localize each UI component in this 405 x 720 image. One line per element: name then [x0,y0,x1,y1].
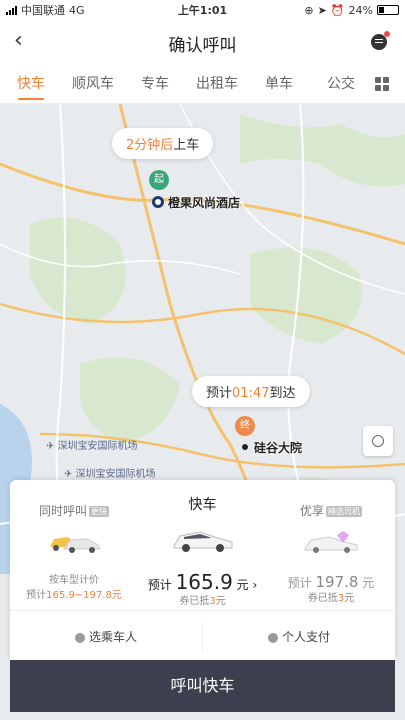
pickup-eta-bubble: 2分钟后上车 [112,128,214,159]
option-title-text: 同时呼叫 [38,504,87,518]
payment-method-label: 个人支付 [281,630,330,644]
option-title-text: 优享 [299,504,324,518]
pickup-place: 橙果风尚酒店 [168,196,241,210]
price-value: 197.8 [315,573,359,591]
arrival-prefix: 预计 [206,386,233,401]
option-coupon: 券已抵3元 [267,591,395,606]
tab-carpool[interactable]: 顺风车 [62,64,124,104]
price-prefix: 预计 [147,578,172,592]
price-unit: 元 [362,576,375,590]
price-value: 165.9 [175,570,233,594]
select-passenger-label: 选乘车人 [88,630,137,644]
arrival-eta-bubble: 预计01:47到达 [192,376,310,407]
pickup-location-icon [152,196,164,208]
status-left: 中国联通 4G [6,2,304,18]
option-title: 快车 [188,497,217,513]
location-icon: ➤ [317,3,327,17]
cars-icon [50,537,101,553]
option-badge: 精选司机 [326,506,362,517]
option-pricing-note: 按车型计价 [49,575,99,586]
option-price: 预计 197.8 元 [267,573,395,591]
carrier: 中国联通 [21,4,65,17]
pickup-pin-icon: 起 [149,170,169,190]
alarm-icon: ⏰ [330,3,345,17]
tab-bike[interactable]: 单车 [248,64,310,104]
option-premium[interactable]: 优享 精选司机 预计 197.8 元 券已抵3元 [267,480,395,608]
more-services-icon[interactable] [375,77,389,91]
coupon-prefix: 券已抵 [179,596,210,607]
ride-settings: 选乘车人 个人支付 [10,622,395,652]
arrival-suffix: 到达 [269,386,296,401]
option-simultaneous[interactable]: 同时呼叫 更快 按车型计价 预计165.9~197.8元 [10,480,138,608]
status-bar: 中国联通 4G 上午1:01 ⊕ ➤ ⏰ 24% [0,0,405,20]
service-tabs: 快车 顺风车 专车 出租车 单车 公交 [0,64,405,104]
payment-person-icon [267,632,278,643]
pickup-eta-highlight: 2分钟后 [126,138,174,153]
select-passenger-button[interactable]: 选乘车人 [10,622,202,652]
airport-2-text: 深圳宝安国际机场 [75,469,156,480]
destination-pin-icon: 终 [235,416,255,436]
option-price-range: 预计165.9~197.8元 [10,588,138,603]
option-title: 同时呼叫 更快 [10,502,138,519]
pickup-eta-text: 上车 [173,138,200,153]
message-icon[interactable] [371,31,390,50]
option-badge: 更快 [89,506,109,517]
header: ‹ 确认呼叫 [0,20,405,64]
price-unit: 元 › [236,578,258,592]
airport-1-text: 深圳宝安国际机场 [57,441,138,452]
arrival-time: 01:47 [232,386,270,401]
lock-rotation-icon: ⊕ [304,3,314,17]
network: 4G [69,3,85,17]
option-express[interactable]: 快车 预计 165.9 元 › 券已抵3元 [138,480,267,608]
card-divider [10,610,395,611]
car-icon [173,531,232,552]
option-price: 预计 165.9 元 › [138,570,267,594]
tab-express[interactable]: 快车 [0,64,62,104]
destination-place: 硅谷大院 [254,441,303,455]
ride-options-card: 同时呼叫 更快 按车型计价 预计165.9~197.8元 快车 预计 165.9 … [10,480,395,660]
signal-icon [6,5,17,15]
destination-location-icon [242,444,248,450]
option-coupon: 券已抵3元 [138,594,267,609]
page-title: 确认呼叫 [168,36,237,56]
coupon-unit: 元 [215,596,226,607]
tab-premier[interactable]: 专车 [124,64,186,104]
range-prefix: 预计 [26,590,47,601]
option-title: 优享 精选司机 [267,502,395,519]
tab-bus[interactable]: 公交 [310,64,372,104]
person-icon [74,632,85,643]
airport-label-1: ✈ 深圳宝安国际机场 [46,441,138,452]
battery-percent: 24% [348,3,373,17]
range-value: 165.9~197.8元 [46,590,122,601]
car-diamond-icon [304,531,358,553]
tab-taxi[interactable]: 出租车 [186,64,248,104]
battery-icon [377,5,399,15]
status-right: ⊕ ➤ ⏰ 24% [304,4,399,17]
call-express-button[interactable]: 呼叫快车 [10,660,395,712]
airport-label-2: ✈ 深圳宝安国际机场 [64,469,156,480]
locate-me-icon[interactable] [363,426,393,456]
coupon-prefix: 券已抵 [307,593,338,604]
payment-method-button[interactable]: 个人支付 [202,622,395,652]
coupon-unit: 元 [344,593,355,604]
price-prefix: 预计 [287,576,312,590]
